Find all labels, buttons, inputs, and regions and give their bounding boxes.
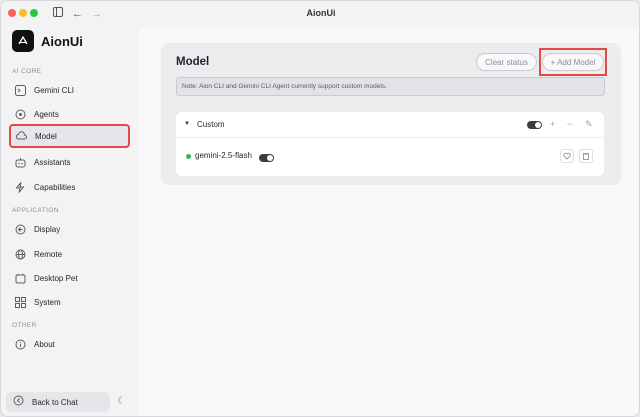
sidebar-item-label: Remote (34, 249, 63, 259)
sidebar-item-label: Gemini CLI (34, 85, 75, 95)
group-header[interactable]: ▼ Custom + − ✎ (176, 112, 604, 138)
section-other: OTHER (12, 322, 37, 329)
status-online-dot (186, 154, 191, 159)
edit-icon[interactable]: ✎ (585, 119, 593, 129)
sidebar-item-agents[interactable]: Agents (10, 103, 128, 125)
sidebar-item-desktop-pet[interactable]: Desktop Pet (10, 267, 128, 289)
page-title: Model (176, 56, 210, 68)
pet-icon (14, 272, 26, 284)
lightning-icon (14, 181, 26, 193)
minus-icon[interactable]: − (567, 119, 572, 129)
sidebar-item-label: Capabilities (34, 182, 76, 192)
info-icon (14, 338, 26, 350)
sidebar-item-label: Agents (34, 109, 59, 119)
caret-down-icon[interactable]: ▼ (184, 121, 190, 127)
group-name: Custom (197, 120, 225, 129)
aionui-logo-icon (12, 30, 34, 52)
back-to-chat-label: Back to Chat (32, 397, 78, 407)
model-panel: Model Clear status + Add Model Note: Aio… (161, 43, 621, 185)
model-name: gemini-2.5-flash (195, 151, 252, 160)
globe-icon (14, 248, 26, 260)
gemini-icon (14, 84, 26, 96)
sidebar-item-capabilities[interactable]: Capabilities (10, 176, 128, 198)
brand: AionUi (12, 30, 83, 52)
sidebar-item-label: Assistants (34, 157, 71, 167)
sidebar-item-gemini-cli[interactable]: Gemini CLI (10, 79, 128, 101)
robot-icon (14, 156, 26, 168)
trash-icon[interactable] (579, 149, 593, 163)
sidebar-item-system[interactable]: System (10, 291, 128, 313)
sidebar-item-about[interactable]: About (10, 333, 128, 355)
info-note: Note: Aion CLI and Gemini CLI Agent curr… (176, 77, 605, 96)
agents-icon (14, 108, 26, 120)
main-content: Model Clear status + Add Model Note: Aio… (139, 27, 639, 416)
section-ai-core: AI CORE (12, 68, 42, 75)
sidebar: AionUi AI CORE Gemini CLI Agents Model A… (1, 27, 139, 416)
clear-status-button[interactable]: Clear status (476, 53, 537, 71)
sidebar-item-label: About (34, 339, 55, 349)
sidebar-item-model[interactable]: Model (9, 124, 130, 148)
app-window: ← → AionUi AionUi AI CORE Gemini CLI Age… (0, 0, 640, 417)
grid-icon (14, 296, 26, 308)
model-group-card: ▼ Custom + − ✎ gemini-2.5-flash (176, 112, 604, 176)
heart-broken-icon[interactable] (560, 149, 574, 163)
sidebar-item-label: Desktop Pet (34, 273, 78, 283)
titlebar: ← → AionUi (1, 1, 639, 27)
display-icon (14, 223, 26, 235)
section-application: APPLICATION (12, 207, 59, 214)
back-to-chat-button[interactable]: Back to Chat (6, 392, 110, 412)
window-title: AionUi (306, 8, 336, 18)
sidebar-item-label: Display (34, 224, 61, 234)
model-toggle[interactable] (259, 154, 274, 162)
cloud-icon (15, 130, 27, 142)
moon-icon[interactable]: ☾ (117, 396, 126, 407)
group-toggle[interactable] (527, 121, 542, 129)
sidebar-item-display[interactable]: Display (10, 218, 128, 240)
add-model-highlight (539, 48, 607, 76)
arrow-left-circle-icon (13, 393, 24, 411)
sidebar-item-label: System (34, 297, 61, 307)
plus-icon[interactable]: + (550, 119, 555, 129)
sidebar-item-remote[interactable]: Remote (10, 243, 128, 265)
sidebar-item-assistants[interactable]: Assistants (10, 151, 128, 173)
brand-name: AionUi (41, 33, 83, 49)
sidebar-item-label: Model (35, 131, 57, 141)
